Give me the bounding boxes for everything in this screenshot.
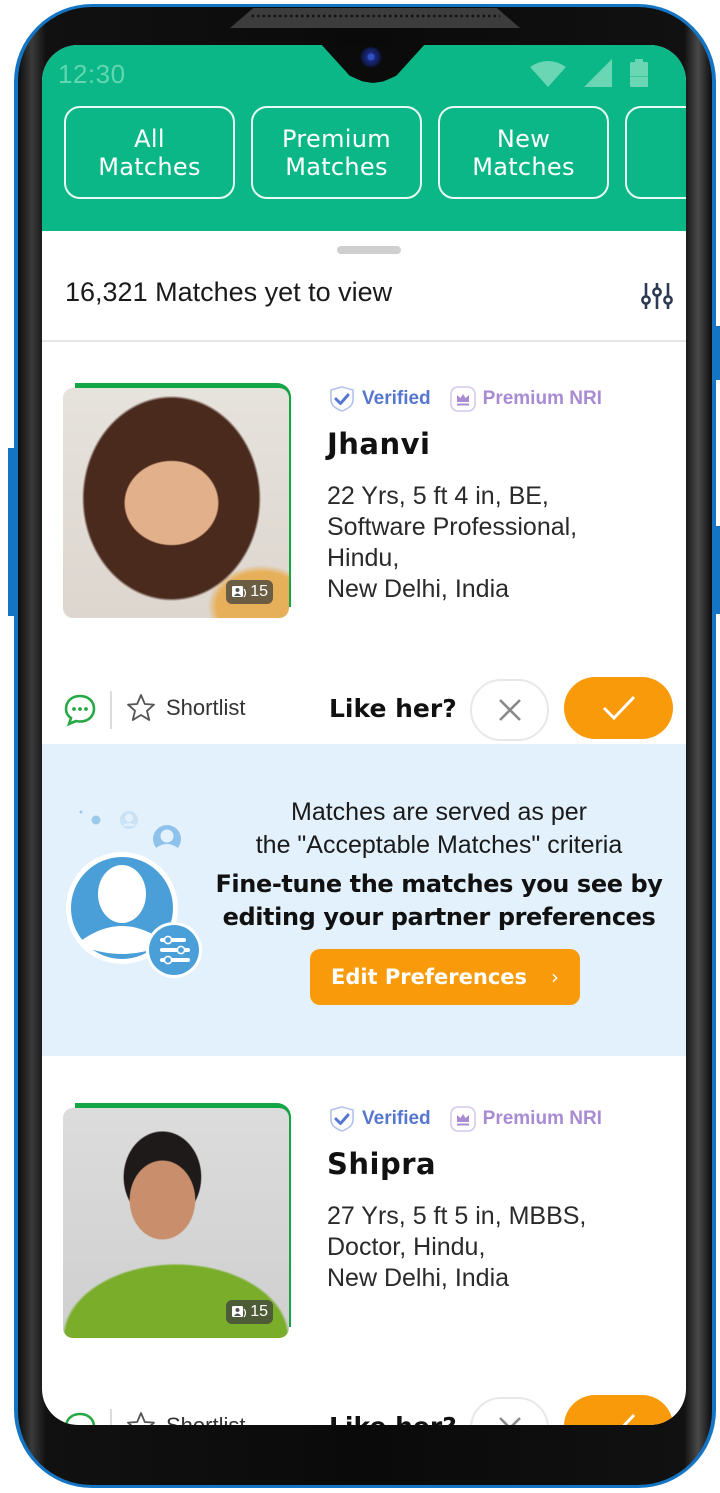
tab-new-matches[interactable]: New Matches [438, 106, 609, 199]
verified-badge: Verified [328, 1105, 431, 1133]
profile-photo-container[interactable]: 15 [63, 1103, 293, 1339]
shortlist-label: Shortlist [166, 1413, 245, 1425]
divider [42, 340, 686, 342]
tab-label-line1: M [627, 125, 686, 153]
star-icon [127, 694, 155, 721]
matches-count: 16,321 Matches yet to view [65, 277, 393, 307]
profile-name[interactable]: Jhanvi [327, 427, 431, 461]
profile-details: 22 Yrs, 5 ft 4 in, BE, Software Professi… [327, 482, 578, 603]
verified-badge: Verified [328, 385, 431, 413]
signal-icon [584, 59, 612, 87]
shortlist-label: Shortlist [166, 695, 246, 720]
volume-button [8, 448, 18, 616]
chevron-right-icon: › [551, 965, 560, 989]
close-icon [498, 1417, 521, 1425]
shortlist-button[interactable]: Shortlist [126, 693, 245, 723]
profile-photo-container[interactable]: 15 [63, 383, 293, 619]
profile-badges: Verified Premium NRI [328, 1105, 602, 1133]
verified-label: Verified [362, 1108, 431, 1129]
power-button [712, 526, 720, 614]
edit-preferences-label: Edit Preferences [330, 965, 528, 989]
premium-badge: Premium NRI [449, 1105, 602, 1133]
tab-label-line1: New [496, 124, 551, 153]
tab-premium-matches[interactable]: Premium Matches [251, 106, 422, 199]
close-icon [498, 699, 521, 721]
premium-badge: Premium NRI [449, 385, 602, 413]
checkmark-icon [604, 1413, 635, 1425]
star-icon [127, 1412, 155, 1425]
verified-shield-icon [330, 386, 354, 412]
premium-label: Premium NRI [482, 388, 602, 409]
acceptable-matches-notice: Matches are served as per the "Acceptabl… [255, 798, 623, 859]
verified-label: Verified [362, 388, 431, 409]
chat-icon[interactable] [63, 1411, 97, 1425]
crown-icon [449, 386, 476, 412]
like-prompt: Like her? [329, 1412, 457, 1425]
preferences-banner: Matches are served as per the "Acceptabl… [42, 744, 686, 1056]
speaker-grille [250, 14, 500, 18]
photos-icon [232, 1306, 247, 1318]
tab-label-line2: Matches [285, 152, 388, 181]
tab-label-line2: Ma [627, 153, 686, 181]
fine-tune-message: Fine-tune the matches you see by editing… [215, 870, 663, 931]
reject-button[interactable] [470, 679, 549, 741]
edit-preferences-button[interactable]: Edit Preferences › [310, 949, 580, 1005]
like-prompt: Like her? [329, 694, 457, 723]
user-preferences-illustration [66, 810, 202, 978]
premium-label: Premium NRI [482, 1108, 602, 1129]
screen: 12:30 All Matches Premium Matches New Ma… [42, 45, 686, 1425]
verified-shield-icon [330, 1106, 354, 1132]
photos-icon [232, 586, 247, 598]
action-divider [110, 691, 112, 729]
chat-icon[interactable] [63, 693, 97, 727]
action-divider [110, 1409, 112, 1425]
tab-more-matches[interactable]: M Ma [625, 106, 686, 199]
match-tabs: All Matches Premium Matches New Matches … [64, 106, 686, 199]
front-camera [360, 47, 382, 69]
tab-label-line1: Premium [282, 124, 391, 153]
accept-button[interactable] [564, 677, 673, 739]
photo-count: 15 [250, 583, 268, 600]
profile-actions: Shortlist Like her? [42, 677, 686, 743]
tab-all-matches[interactable]: All Matches [64, 106, 235, 199]
tab-label-line1: All [134, 124, 165, 153]
status-time: 12:30 [58, 59, 126, 89]
drag-handle[interactable] [337, 246, 401, 254]
profile-name[interactable]: Shipra [327, 1147, 436, 1181]
checkmark-icon [602, 695, 635, 721]
status-icons [530, 59, 648, 87]
photo-count-badge: 15 [226, 580, 273, 604]
profile-badges: Verified Premium NRI [328, 385, 602, 413]
profile-details: 27 Yrs, 5 ft 5 in, MBBS, Doctor, Hindu, … [327, 1202, 587, 1292]
profile-actions: Shortlist Like her? [42, 1395, 686, 1425]
crown-icon [449, 1106, 476, 1132]
reject-button[interactable] [470, 1397, 549, 1425]
tab-label-line2: Matches [98, 152, 201, 181]
photo-count: 15 [250, 1303, 268, 1320]
photo-count-badge: 15 [226, 1300, 273, 1324]
sliders-icon[interactable] [640, 281, 674, 311]
battery-icon [630, 59, 648, 87]
shortlist-button[interactable]: Shortlist [126, 1411, 245, 1425]
side-button-top [712, 326, 720, 380]
accept-button[interactable] [564, 1395, 673, 1425]
wifi-icon [530, 61, 566, 87]
profile-photo[interactable]: 15 [63, 1108, 289, 1338]
profile-photo[interactable]: 15 [63, 388, 289, 618]
tab-label-line2: Matches [472, 152, 575, 181]
earpiece-speaker [230, 8, 520, 28]
